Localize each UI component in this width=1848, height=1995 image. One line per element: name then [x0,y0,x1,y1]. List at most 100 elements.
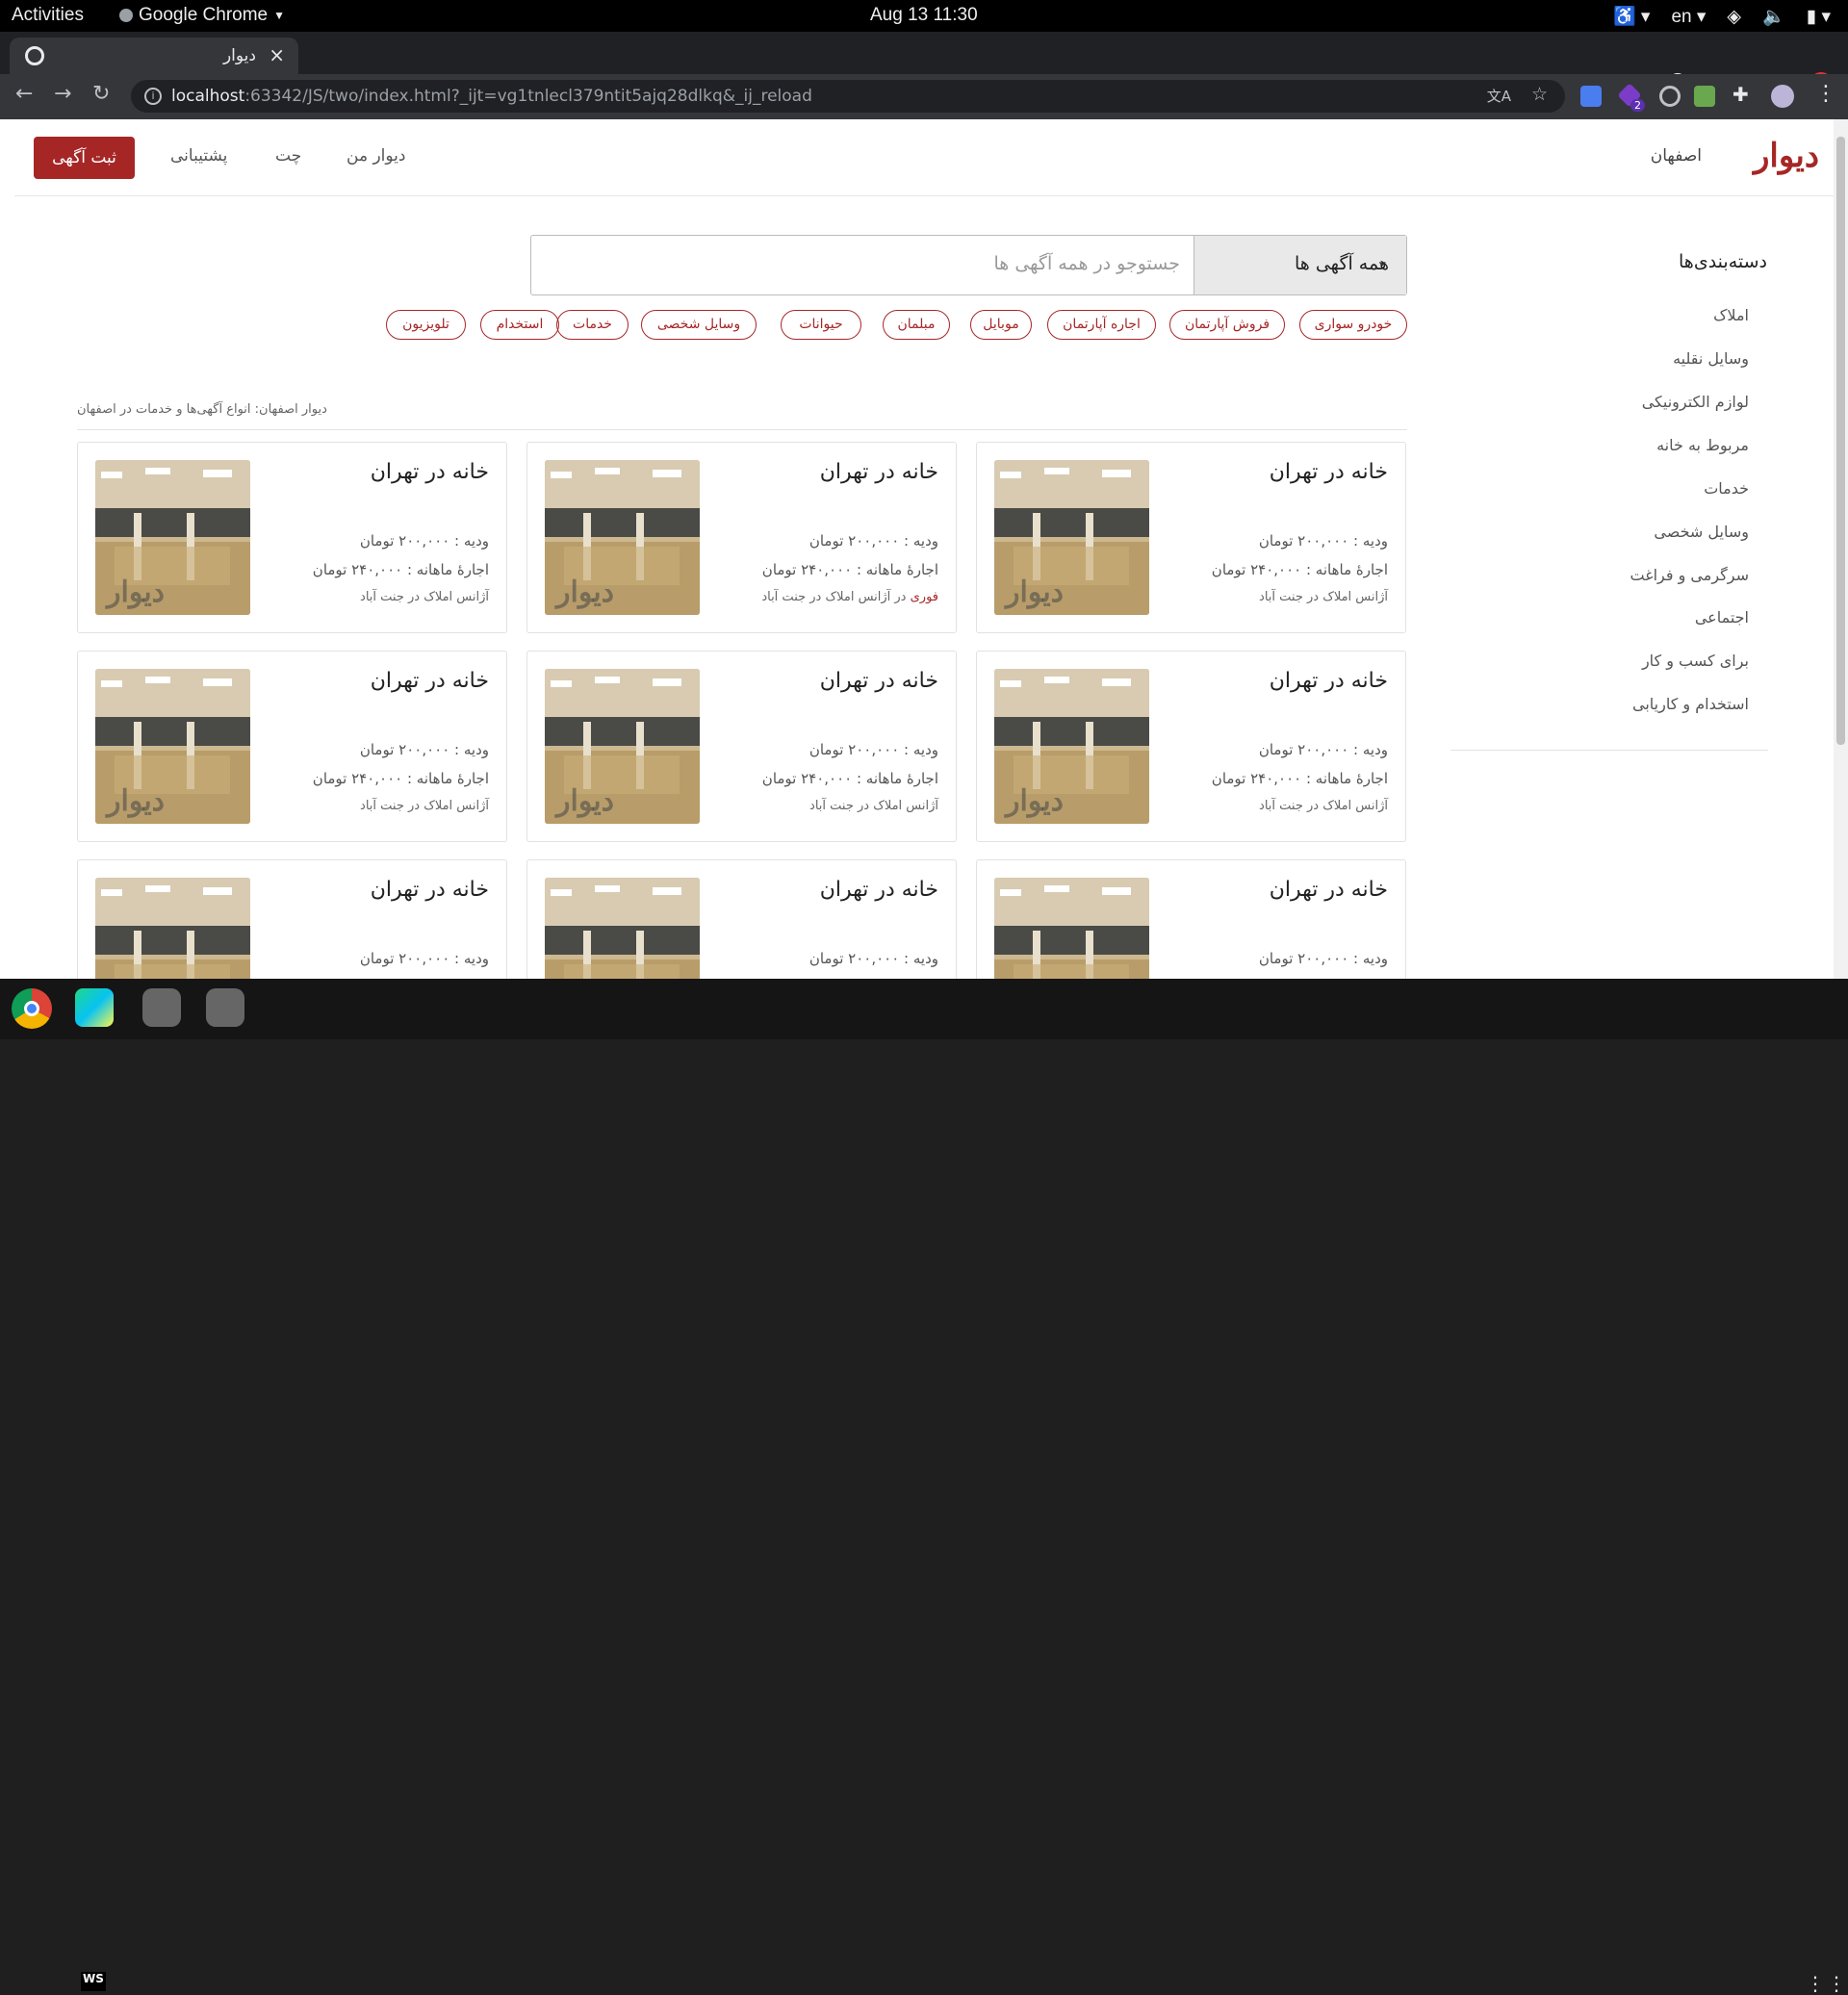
url-path: :63342/JS/two/index.html?_ijt=vg1tnlecl3… [244,87,812,106]
ad-card[interactable]: خانه در تهران ودیه : ۲۰۰,۰۰۰ تومان اجارهٔ … [526,442,957,633]
ad-meta: آژانس املاک در جنت آباد [809,799,938,813]
battery-icon[interactable]: ▮ ▾ [1807,6,1831,28]
ad-deposit: ودیه : ۲۰۰,۰۰۰ تومان [359,741,489,758]
filter-chip[interactable]: تلویزیون [386,310,466,340]
chevron-down-icon: ⌄ [1375,251,1389,269]
address-bar[interactable]: i localhost:63342/JS/two/index.html?_ijt… [131,80,1565,113]
ad-title: خانه در تهران [819,460,938,484]
city-selector[interactable]: اصفهان [1651,146,1702,166]
filter-chip[interactable]: حیوانات [781,310,861,340]
ad-card[interactable]: خانه در تهران ودیه : ۲۰۰,۰۰۰ تومان دیوار [526,859,957,979]
ad-card[interactable]: خانه در تهران ودیه : ۲۰۰,۰۰۰ تومان دیوار [976,859,1406,979]
ad-deposit: ودیه : ۲۰۰,۰۰۰ تومان [1258,741,1388,758]
sidebar-item[interactable]: وسایل شخصی [1654,523,1749,541]
ad-thumbnail[interactable]: دیوار [545,669,700,824]
post-ad-button[interactable]: ثبت آگهی [34,137,135,179]
language-indicator[interactable]: en ▾ [1671,6,1706,28]
sync-extension-icon[interactable] [1659,86,1681,107]
ad-thumbnail[interactable]: دیوار [994,460,1149,615]
nav-chat[interactable]: چت [275,146,301,166]
sidebar-item[interactable]: املاک [1713,306,1749,324]
page-scrollbar[interactable] [1834,119,1848,979]
extension-badge: 2 [1630,99,1645,112]
app-menu[interactable]: Google Chrome ▼ [119,5,285,26]
agency-label: آژانس املاک در جنت آباد [1259,590,1388,604]
search-bar: همه آگهی ها ⌄ جستوجو در همه آگهی ها [530,235,1407,295]
ad-card[interactable]: خانه در تهران ودیه : ۲۰۰,۰۰۰ تومان اجارهٔ … [976,651,1406,842]
ad-rent: اجارهٔ ماهانه : ۲۴۰,۰۰۰ تومان [312,561,489,578]
browser-tab[interactable]: دیوار × [10,38,298,74]
sidebar-item[interactable]: خدمات [1704,479,1749,498]
search-input[interactable]: جستوجو در همه آگهی ها [993,253,1180,274]
filter-chip[interactable]: استخدام [480,310,559,340]
profile-avatar[interactable] [1771,85,1794,108]
ad-title: خانه در تهران [370,460,489,484]
filter-chip[interactable]: اجاره آپارتمان [1047,310,1156,340]
ad-title: خانه در تهران [370,878,489,902]
sidebar-item[interactable]: استخدام و کاریابی [1632,695,1749,713]
sidebar-item[interactable]: برای کسب و کار [1642,652,1749,670]
disk-icon[interactable] [206,988,244,1027]
filter-chip[interactable]: مبلمان [883,310,950,340]
filter-chip[interactable]: خودرو سواری [1299,310,1407,340]
ad-card[interactable]: خانه در تهران ودیه : ۲۰۰,۰۰۰ تومان اجارهٔ … [77,442,507,633]
ad-card[interactable]: خانه در تهران ودیه : ۲۰۰,۰۰۰ تومان اجارهٔ … [77,651,507,842]
ad-thumbnail[interactable]: دیوار [95,878,250,979]
ad-card[interactable]: خانه در تهران ودیه : ۲۰۰,۰۰۰ تومان اجارهٔ … [526,651,957,842]
ad-thumbnail[interactable]: دیوار [545,460,700,615]
ad-meta: آژانس املاک در جنت آباد [360,799,489,813]
sidebar-item[interactable]: سرگرمی و فراغت [1630,566,1749,584]
categories-title: دسته‌بندی‌ها [1679,251,1767,272]
chrome-menu-icon[interactable]: ⋮ [1815,82,1836,106]
breadcrumb: دیوار اصفهان: انواع آگهی‌ها و خدمات در ا… [77,402,327,417]
show-apps-icon[interactable]: ⋮⋮⋮ [1806,1972,1848,1995]
disk-icon[interactable] [142,988,181,1027]
forward-icon[interactable]: → [54,82,71,106]
nav-support[interactable]: پشتیبانی [170,146,227,166]
volume-icon[interactable]: 🔈 [1762,5,1785,28]
graph-extension-icon[interactable] [1694,86,1715,107]
lang-label: en [1671,6,1692,27]
url-host: localhost [171,87,245,106]
ad-thumbnail[interactable]: دیوار [95,669,250,824]
close-icon[interactable]: × [269,43,285,66]
info-icon[interactable]: i [144,88,162,105]
system-tray[interactable]: ♿ ▾ en ▾ ◈ 🔈 ▮ ▾ [1613,5,1831,28]
scrollbar-thumb[interactable] [1836,137,1845,745]
translate-icon[interactable]: 文A [1487,86,1511,106]
filter-chip[interactable]: فروش آپارتمان [1169,310,1285,340]
ad-thumbnail[interactable]: دیوار [994,878,1149,979]
back-icon[interactable]: ← [15,82,33,106]
ad-thumbnail[interactable]: دیوار [95,460,250,615]
reload-icon[interactable]: ↻ [92,82,110,106]
google-translate-extension-icon[interactable] [1580,86,1602,107]
network-icon[interactable]: ◈ [1727,6,1741,28]
page-viewport: دیوار اصفهان دیوار من چت پشتیبانی ثبت آگ… [0,119,1848,979]
ad-thumbnail[interactable]: دیوار [545,878,700,979]
sidebar-item[interactable]: مربوط به خانه [1656,436,1749,454]
agency-label: در آژانس املاک در جنت آباد [761,590,911,604]
filter-chip[interactable]: وسایل شخصی [641,310,757,340]
chevron-down-icon: ▼ [273,9,286,22]
ad-thumbnail[interactable]: دیوار [994,669,1149,824]
nav-my-divar[interactable]: دیوار من [346,146,405,166]
bookmark-star-icon[interactable]: ☆ [1531,84,1548,105]
ad-card[interactable]: خانه در تهران ودیه : ۲۰۰,۰۰۰ تومان دیوار [77,859,507,979]
category-select[interactable]: همه آگهی ها ⌄ [1194,236,1406,294]
sidebar-item[interactable]: اجتماعی [1695,608,1749,627]
system-top-bar: Activities Google Chrome ▼ Aug 13 11:30 … [0,0,1848,32]
tab-title: دیوار [222,46,256,65]
sidebar-item[interactable]: وسایل نقلیه [1673,349,1749,368]
webstorm-icon[interactable] [75,988,114,1027]
ad-card[interactable]: خانه در تهران ودیه : ۲۰۰,۰۰۰ تومان اجارهٔ … [976,442,1406,633]
filter-chip[interactable]: خدمات [556,310,629,340]
ad-meta: آژانس املاک در جنت آباد [360,590,489,604]
accessibility-icon[interactable]: ♿ ▾ [1613,5,1650,28]
sidebar-item[interactable]: لوازم الکترونیکی [1642,393,1749,411]
activities-button[interactable]: Activities [12,5,84,26]
filter-chip[interactable]: موبایل [970,310,1032,340]
clock[interactable]: Aug 13 11:30 [870,5,978,26]
divar-logo[interactable]: دیوار [1754,137,1819,175]
watermark: دیوار [107,575,166,609]
extensions-puzzle-icon[interactable]: ✚ [1732,83,1749,106]
